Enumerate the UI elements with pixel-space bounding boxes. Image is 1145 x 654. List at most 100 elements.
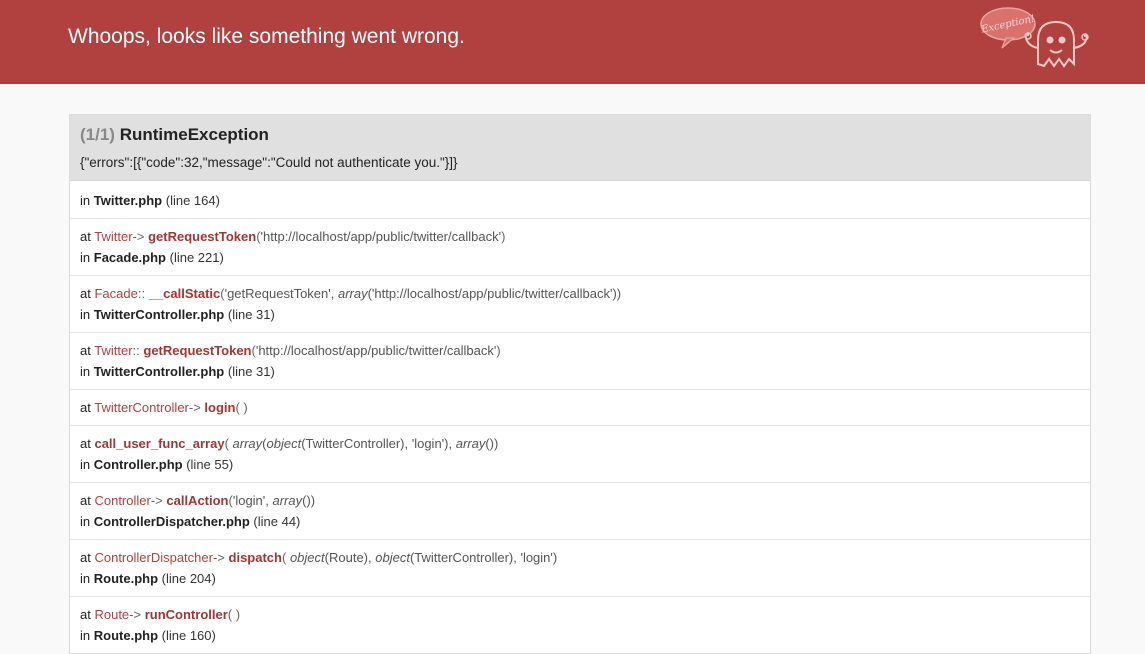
- frame-call: at Twitter:: getRequestToken('http://loc…: [80, 343, 501, 358]
- frame-function: call_user_func_array: [94, 436, 225, 451]
- frame-operator: ->: [132, 229, 145, 244]
- frame-object-keyword: object: [289, 550, 325, 565]
- at-label: at: [80, 607, 91, 622]
- frame-array-keyword: array: [272, 493, 303, 508]
- frame-line: (line 44): [253, 514, 301, 529]
- frame-function: dispatch: [228, 550, 282, 565]
- at-label: at: [80, 229, 91, 244]
- frame-arg: (Route),: [324, 550, 376, 565]
- frame-arg: ('http://localhost/app/public/twitter/ca…: [367, 286, 622, 301]
- frame-args-close: ): [501, 229, 506, 244]
- frame-location: in TwitterController.php (line 31): [80, 307, 275, 322]
- frame-location: in Facade.php (line 221): [80, 250, 224, 265]
- frame-array-keyword: array: [455, 436, 486, 451]
- in-label: in: [80, 307, 91, 322]
- frame-function: getRequestToken: [148, 229, 257, 244]
- stack-frame: at Twitter:: getRequestToken('http://loc…: [70, 333, 1090, 390]
- in-label: in: [80, 514, 91, 529]
- at-label: at: [80, 343, 91, 358]
- at-label: at: [80, 286, 91, 301]
- stack-frame: at TwitterController-> login( ): [70, 390, 1090, 426]
- frame-line: (line 55): [186, 457, 234, 472]
- frame-arg: 'http://localhost/app/public/twitter/cal…: [260, 229, 502, 244]
- exception-panel: (1/1) RuntimeException {"errors":[{"code…: [69, 114, 1091, 654]
- in-label: in: [80, 628, 91, 643]
- frame-file: TwitterController.php: [93, 307, 225, 322]
- page-title: Whoops, looks like something went wrong.: [68, 25, 465, 48]
- in-label: in: [80, 364, 91, 379]
- frame-call: at Controller-> callAction('login', arra…: [80, 493, 315, 508]
- frame-function: __callStatic: [148, 286, 221, 301]
- frame-call: at TwitterController-> login( ): [80, 400, 248, 415]
- at-label: at: [80, 436, 91, 451]
- frame-line: (line 31): [227, 307, 275, 322]
- frame-function: callAction: [166, 493, 229, 508]
- frame-operator: ->: [150, 493, 163, 508]
- frame-args-open: (: [281, 550, 287, 565]
- frame-file: Facade.php: [93, 250, 166, 265]
- exception-name: RuntimeException: [119, 125, 269, 144]
- in-label: in: [80, 457, 91, 472]
- frame-operator: ->: [212, 550, 225, 565]
- frame-class: ControllerDispatcher: [94, 550, 213, 565]
- error-header: Whoops, looks like something went wrong.…: [0, 0, 1145, 84]
- frame-object-keyword: object: [375, 550, 410, 565]
- frame-line: (line 164): [165, 193, 220, 208]
- frame-file: Twitter.php: [93, 193, 163, 208]
- stack-frame: at ControllerDispatcher-> dispatch( obje…: [70, 540, 1090, 597]
- exception-summary: (1/1) RuntimeException {"errors":[{"code…: [70, 115, 1090, 181]
- ghost-exception-icon: Exception!: [979, 7, 1089, 68]
- stack-frame: at Controller-> callAction('login', arra…: [70, 483, 1090, 540]
- frame-class: Twitter: [94, 229, 133, 244]
- frame-class: Twitter: [94, 343, 133, 358]
- frame-line: (line 160): [161, 628, 216, 643]
- at-label: at: [80, 400, 91, 415]
- frame-location: in ControllerDispatcher.php (line 44): [80, 514, 300, 529]
- frame-line: (line 31): [227, 364, 275, 379]
- in-label: in: [80, 571, 91, 586]
- frame-class: Facade: [94, 286, 138, 301]
- frame-function: login: [204, 400, 236, 415]
- frame-call: at Route-> runController( ): [80, 607, 240, 622]
- frame-args-open: (: [224, 436, 229, 451]
- at-label: at: [80, 550, 91, 565]
- frame-location: in Twitter.php (line 164): [80, 193, 220, 208]
- frame-function: runController: [144, 607, 228, 622]
- frame-array-keyword: array: [232, 436, 263, 451]
- stack-frame: at call_user_func_array( array(object(Tw…: [70, 426, 1090, 483]
- frame-call: at Facade:: __callStatic('getRequestToke…: [80, 286, 621, 301]
- frame-operator: ->: [129, 607, 142, 622]
- frame-args: ( ): [235, 400, 248, 415]
- frame-arg: 'getRequestToken',: [224, 286, 338, 301]
- frame-location: in Route.php (line 160): [80, 628, 216, 643]
- exception-count: (1/1): [80, 125, 115, 144]
- frame-operator: ->: [188, 400, 201, 415]
- at-label: at: [80, 493, 91, 508]
- stack-frame: in Twitter.php (line 164): [70, 181, 1090, 219]
- stack-frame: at Facade:: __callStatic('getRequestToke…: [70, 276, 1090, 333]
- frame-line: (line 221): [169, 250, 224, 265]
- in-label: in: [80, 250, 91, 265]
- frame-call: at ControllerDispatcher-> dispatch( obje…: [80, 550, 557, 565]
- frame-arg: 'http://localhost/app/public/twitter/cal…: [255, 343, 497, 358]
- frame-object-keyword: object: [266, 436, 302, 451]
- frame-call: at call_user_func_array( array(object(Tw…: [80, 436, 498, 451]
- frame-arg: 'login',: [232, 493, 273, 508]
- frame-file: Controller.php: [93, 457, 183, 472]
- frame-file: ControllerDispatcher.php: [93, 514, 250, 529]
- frame-location: in Controller.php (line 55): [80, 457, 233, 472]
- frame-arg: (TwitterController), 'login'),: [301, 436, 456, 451]
- stack-frame: at Route-> runController( ) in Route.php…: [70, 597, 1090, 653]
- frame-arg: (TwitterController), 'login'): [409, 550, 558, 565]
- frame-location: in TwitterController.php (line 31): [80, 364, 275, 379]
- frame-class: Controller: [94, 493, 151, 508]
- in-label: in: [80, 193, 91, 208]
- frame-args: ( ): [227, 607, 241, 622]
- frame-class: Route: [94, 607, 130, 622]
- frame-operator: ::: [132, 343, 140, 358]
- frame-line: (line 204): [161, 571, 216, 586]
- frame-file: Route.php: [93, 628, 159, 643]
- frame-file: Route.php: [93, 571, 159, 586]
- frame-file: TwitterController.php: [93, 364, 225, 379]
- frame-location: in Route.php (line 204): [80, 571, 216, 586]
